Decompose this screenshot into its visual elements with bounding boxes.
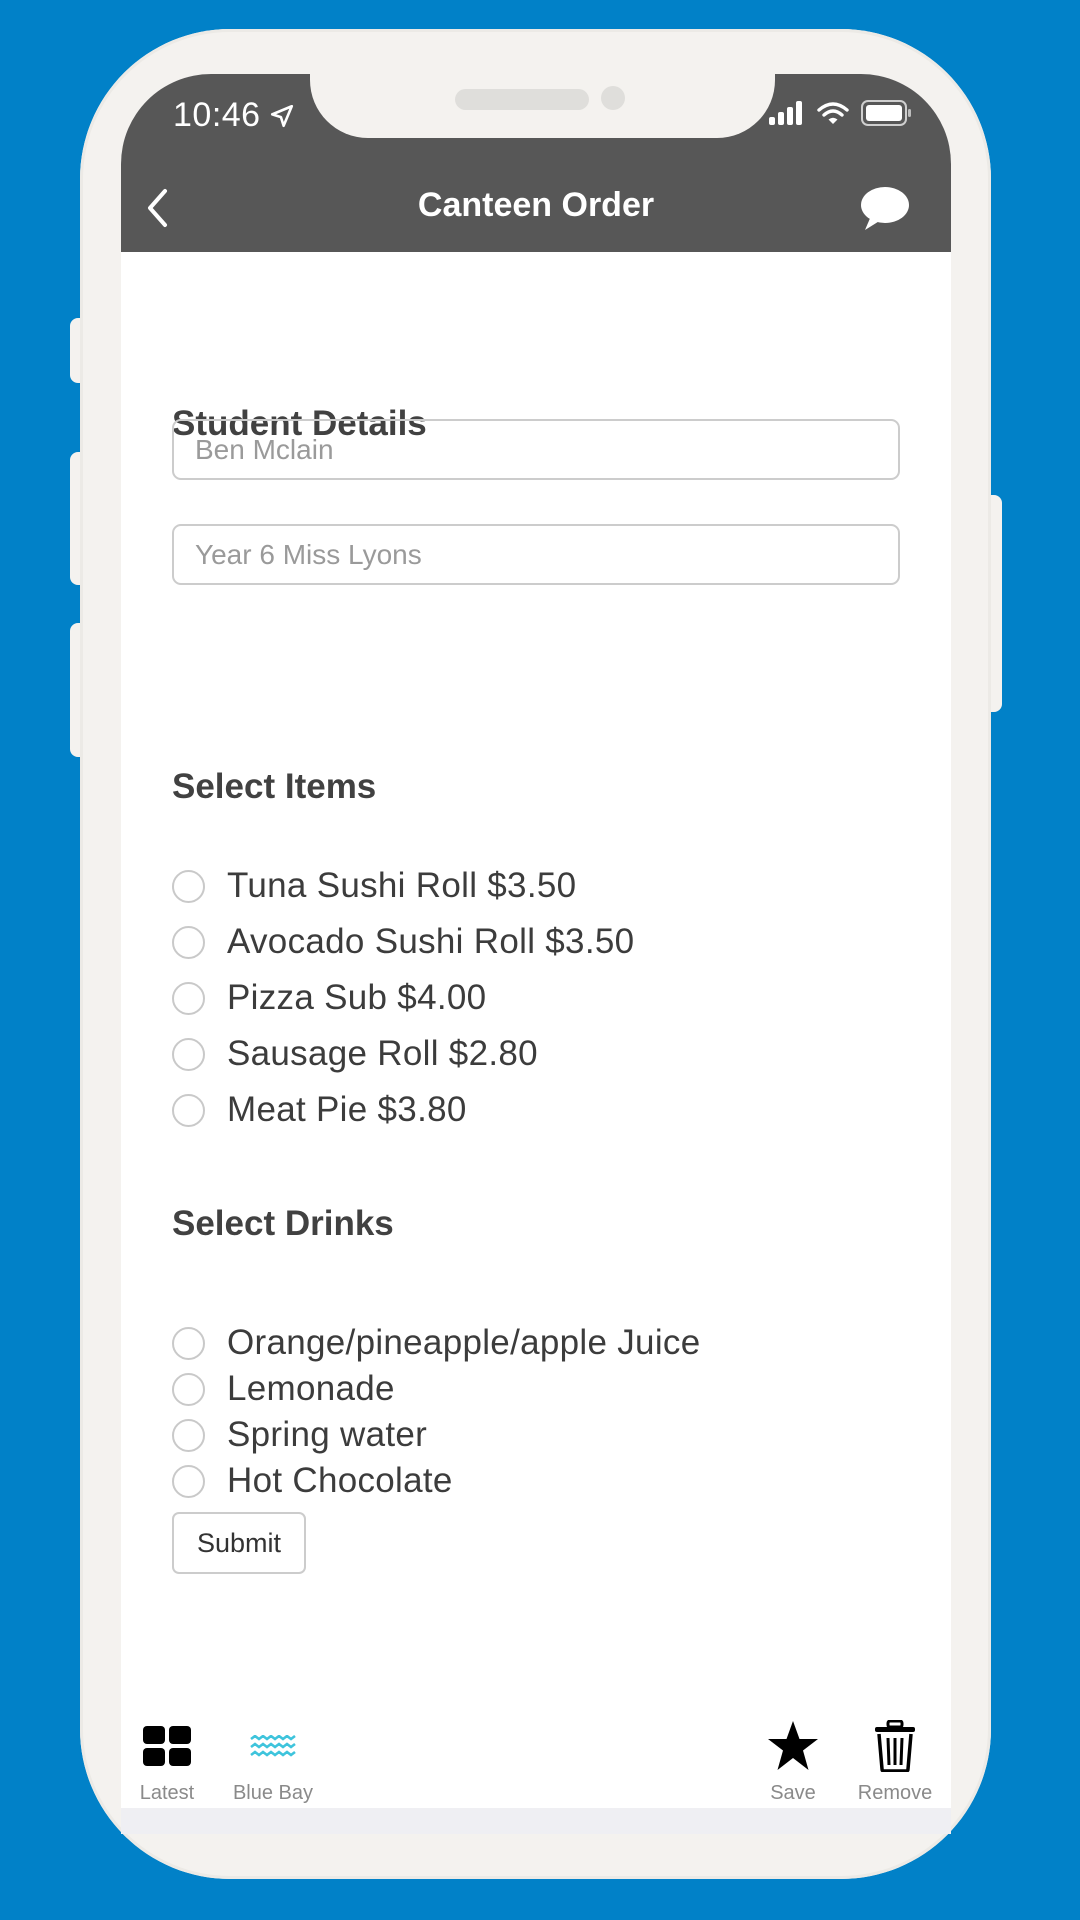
- radio-button[interactable]: [172, 1326, 205, 1360]
- item-option-label: Pizza Sub $4.00: [227, 978, 487, 1017]
- student-name-placeholder: Ben Mclain: [195, 434, 334, 465]
- tab-latest[interactable]: Latest: [125, 1720, 209, 1805]
- select-drinks-heading: Select Drinks: [172, 1204, 394, 1243]
- status-icons: [769, 100, 913, 126]
- item-option[interactable]: Meat Pie $3.80: [172, 1082, 634, 1138]
- radio-button[interactable]: [172, 1418, 205, 1452]
- radio-button[interactable]: [172, 1037, 205, 1071]
- items-radio-list: Tuna Sushi Roll $3.50 Avocado Sushi Roll…: [172, 858, 634, 1138]
- radio-button[interactable]: [172, 981, 205, 1015]
- item-option-label: Avocado Sushi Roll $3.50: [227, 922, 635, 961]
- wifi-icon: [817, 102, 849, 124]
- grid-icon: [143, 1720, 191, 1772]
- radio-button[interactable]: [172, 1372, 205, 1406]
- signal-icon: [769, 101, 802, 125]
- front-camera: [601, 86, 625, 110]
- chat-bubble-icon: [861, 187, 909, 230]
- drink-option[interactable]: Spring water: [172, 1412, 700, 1458]
- drink-option-label: Hot Chocolate: [227, 1461, 453, 1500]
- tab-label: Blue Bay: [232, 1782, 314, 1804]
- tab-blue-bay[interactable]: Blue Bay: [217, 1720, 329, 1805]
- select-items-heading: Select Items: [172, 767, 377, 806]
- battery-icon: [861, 100, 911, 126]
- item-option[interactable]: Tuna Sushi Roll $3.50: [172, 858, 634, 914]
- drink-option[interactable]: Orange/pineapple/apple Juice: [172, 1320, 700, 1366]
- drink-option-label: Orange/pineapple/apple Juice: [227, 1323, 701, 1362]
- drink-option[interactable]: Hot Chocolate: [172, 1458, 700, 1504]
- tab-label: Latest: [139, 1782, 195, 1804]
- student-class-input[interactable]: Year 6 Miss Lyons: [172, 524, 900, 585]
- radio-button[interactable]: [172, 1093, 205, 1127]
- home-indicator-area: [121, 1808, 951, 1834]
- star-icon: [767, 1720, 819, 1772]
- location-arrow-icon: [270, 104, 293, 127]
- item-option[interactable]: Sausage Roll $2.80: [172, 1026, 634, 1082]
- radio-button[interactable]: [172, 1464, 205, 1498]
- item-option-label: Tuna Sushi Roll $3.50: [227, 866, 577, 905]
- tab-label: Remove: [857, 1782, 933, 1804]
- phone-notch: [310, 74, 775, 138]
- radio-button[interactable]: [172, 925, 205, 959]
- student-class-placeholder: Year 6 Miss Lyons: [195, 539, 422, 570]
- submit-button[interactable]: Submit: [172, 1512, 306, 1574]
- trash-icon: [874, 1720, 916, 1772]
- tab-label: Save: [770, 1782, 816, 1804]
- radio-button[interactable]: [172, 869, 205, 903]
- app-screen: 10:46 Canteen Order Student Details Ben …: [121, 74, 951, 1834]
- drinks-radio-list: Orange/pineapple/apple Juice Lemonade Sp…: [172, 1320, 700, 1504]
- waves-icon: [250, 1720, 296, 1772]
- item-option-label: Sausage Roll $2.80: [227, 1034, 538, 1073]
- status-time-text: 10:46: [173, 96, 261, 134]
- page-title: Canteen Order: [417, 186, 655, 224]
- status-time: 10:46: [173, 96, 295, 135]
- tab-remove[interactable]: Remove: [847, 1720, 943, 1805]
- nav-header: 10:46 Canteen Order: [121, 74, 951, 252]
- item-option[interactable]: Pizza Sub $4.00: [172, 970, 634, 1026]
- drink-option-label: Lemonade: [227, 1369, 395, 1408]
- phone-speaker: [455, 89, 589, 110]
- tab-save[interactable]: Save: [757, 1720, 829, 1805]
- chat-button[interactable]: [859, 186, 909, 232]
- student-name-input[interactable]: Ben Mclain: [172, 419, 900, 480]
- drink-option[interactable]: Lemonade: [172, 1366, 700, 1412]
- drink-option-label: Spring water: [227, 1415, 428, 1454]
- item-option-label: Meat Pie $3.80: [227, 1090, 467, 1129]
- item-option[interactable]: Avocado Sushi Roll $3.50: [172, 914, 634, 970]
